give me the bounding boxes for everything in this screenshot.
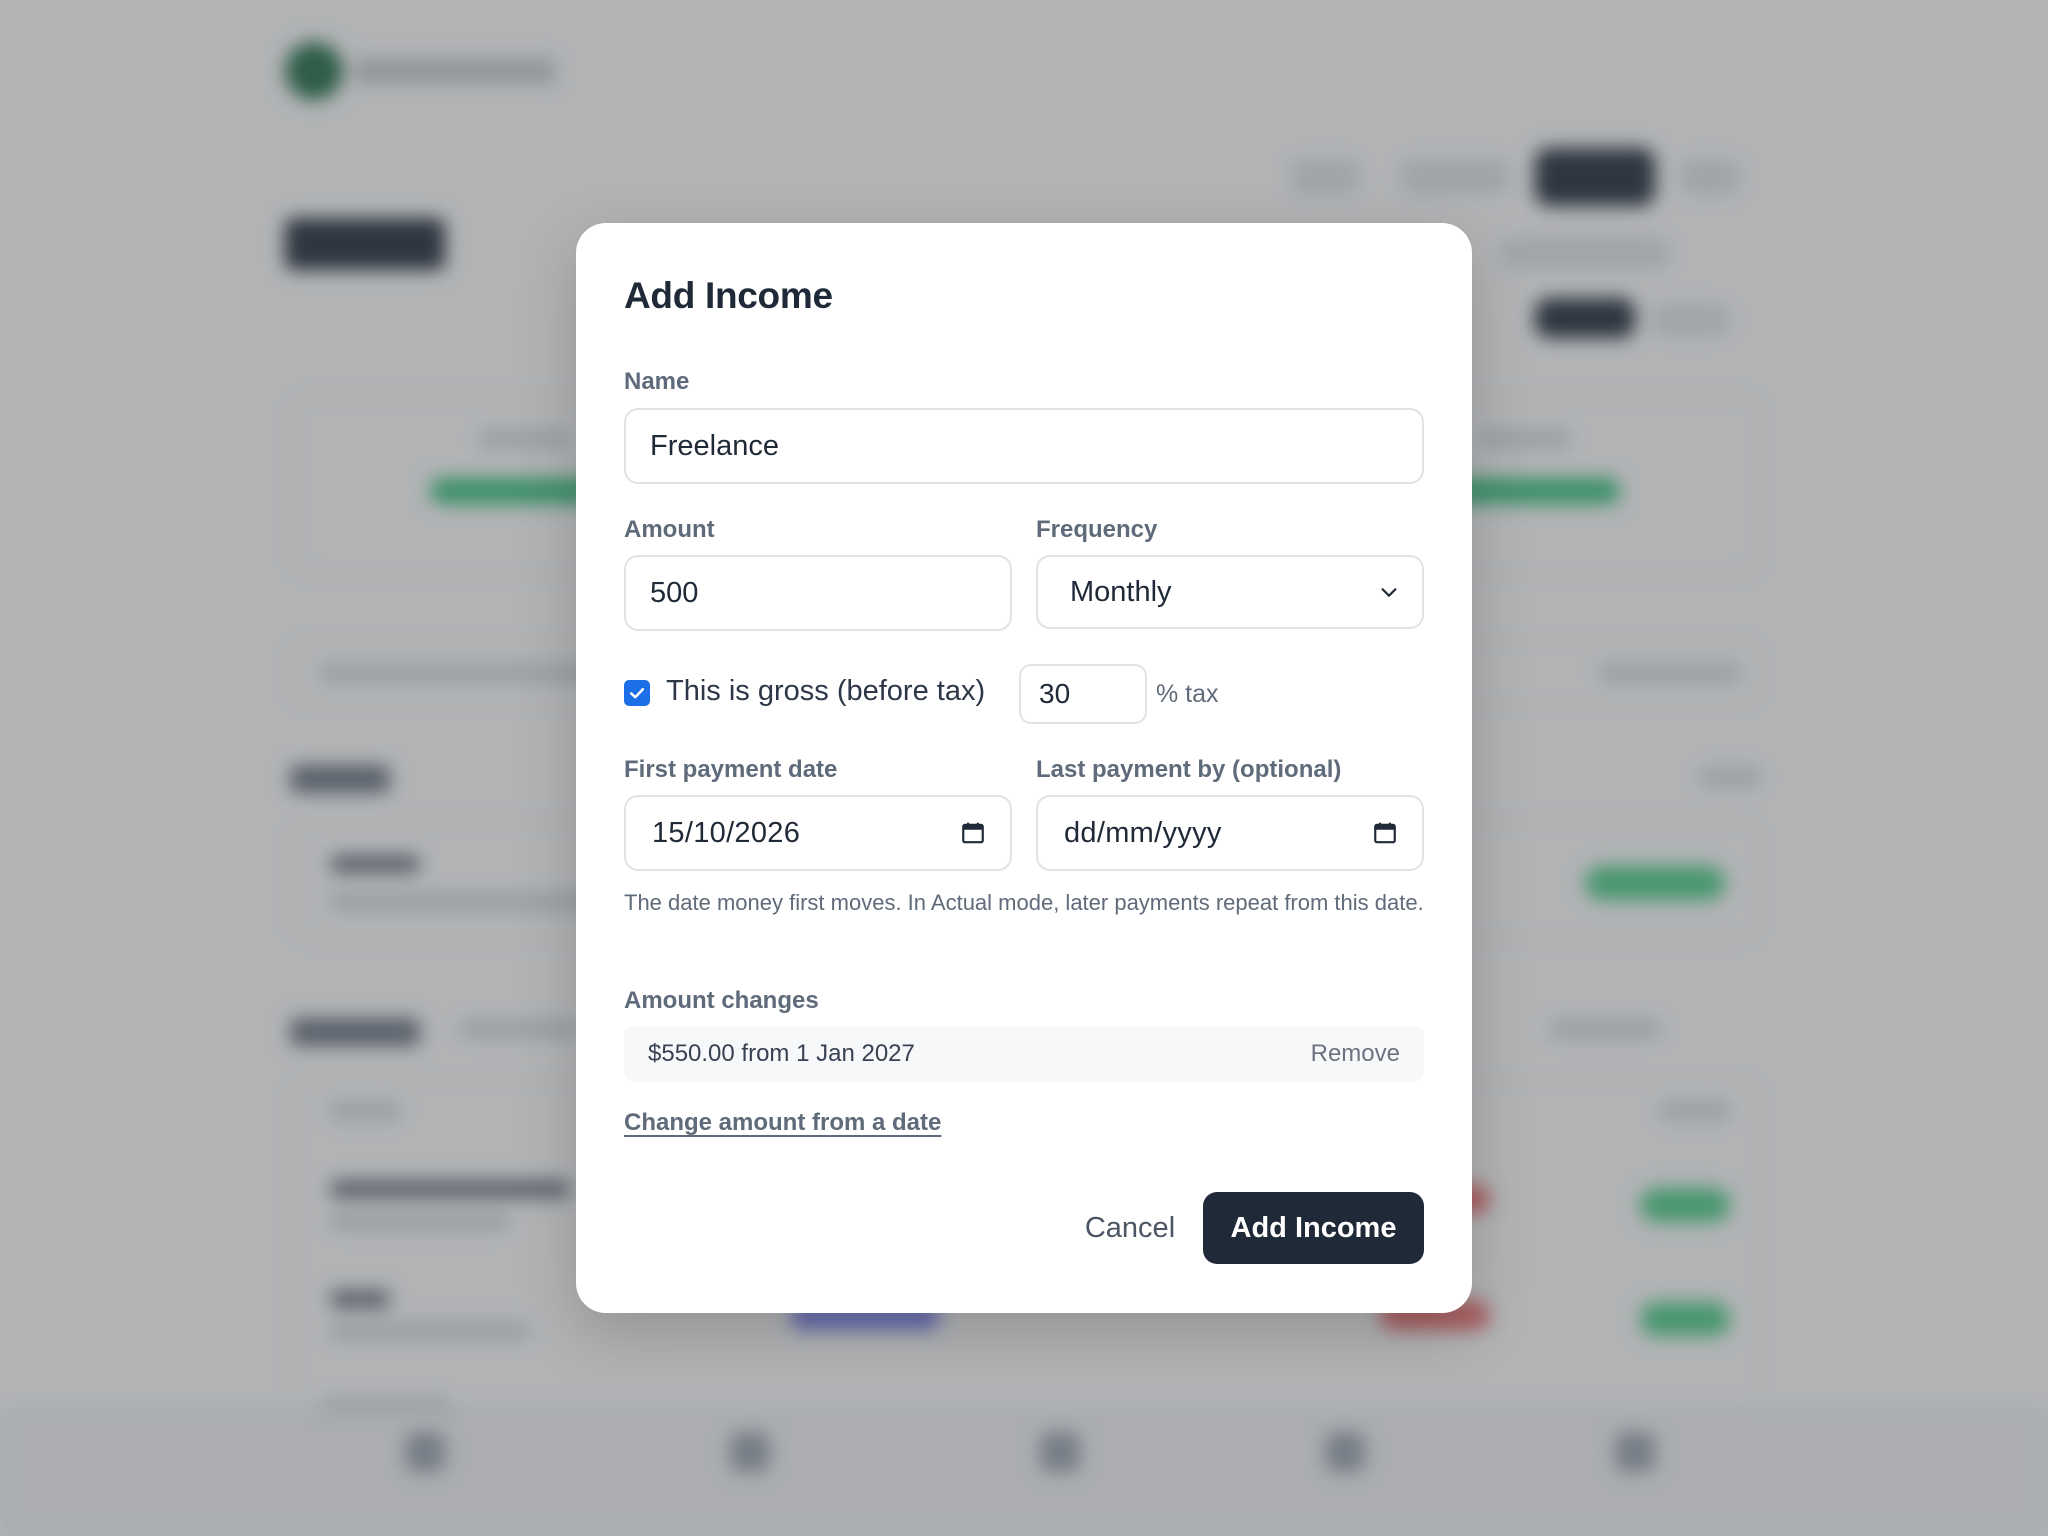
change-amount-link[interactable]: Change amount from a date [624, 1109, 941, 1137]
amount-label: Amount [624, 516, 715, 543]
frequency-select[interactable]: Monthly [1036, 555, 1424, 629]
tax-suffix: % tax [1156, 680, 1219, 708]
amount-changes-label: Amount changes [624, 987, 819, 1014]
amount-input[interactable]: 500 [624, 555, 1012, 631]
frequency-label: Frequency [1036, 516, 1158, 543]
name-input[interactable]: Freelance [624, 408, 1424, 484]
add-income-button[interactable]: Add Income [1203, 1192, 1424, 1264]
frequency-value: Monthly [1070, 575, 1172, 608]
last-payment-date-input[interactable]: dd/mm/yyyy [1036, 795, 1424, 871]
remove-amount-change-button[interactable]: Remove [1311, 1040, 1400, 1068]
first-payment-label: First payment date [624, 756, 838, 783]
amount-change-text: $550.00 from 1 Jan 2027 [648, 1040, 915, 1067]
first-payment-helper-text: The date money first moves. In Actual mo… [624, 890, 1424, 915]
tax-percent-input[interactable]: 30 [1019, 664, 1147, 724]
first-payment-date-input[interactable]: 15/10/2026 [624, 795, 1012, 871]
tax-percent-value: 30 [1039, 678, 1071, 709]
amount-value: 500 [650, 576, 699, 609]
name-label: Name [624, 368, 690, 395]
gross-checkbox-label[interactable]: This is gross (before tax) [666, 675, 985, 708]
last-payment-label: Last payment by (optional) [1036, 756, 1342, 783]
calendar-icon[interactable] [960, 820, 986, 846]
gross-checkbox[interactable] [624, 680, 650, 706]
cancel-button[interactable]: Cancel [1042, 1192, 1218, 1264]
last-payment-placeholder: dd/mm/yyyy [1064, 816, 1222, 849]
add-income-dialog: Add Income Name Freelance Amount 500 Fre… [576, 223, 1472, 1313]
first-payment-value: 15/10/2026 [652, 816, 801, 849]
checkmark-icon [629, 688, 645, 699]
dialog-title: Add Income [624, 275, 833, 316]
calendar-icon[interactable] [1372, 820, 1398, 846]
chevron-down-icon [1381, 588, 1397, 597]
amount-change-item: $550.00 from 1 Jan 2027 Remove [624, 1026, 1424, 1082]
name-value: Freelance [650, 429, 779, 462]
